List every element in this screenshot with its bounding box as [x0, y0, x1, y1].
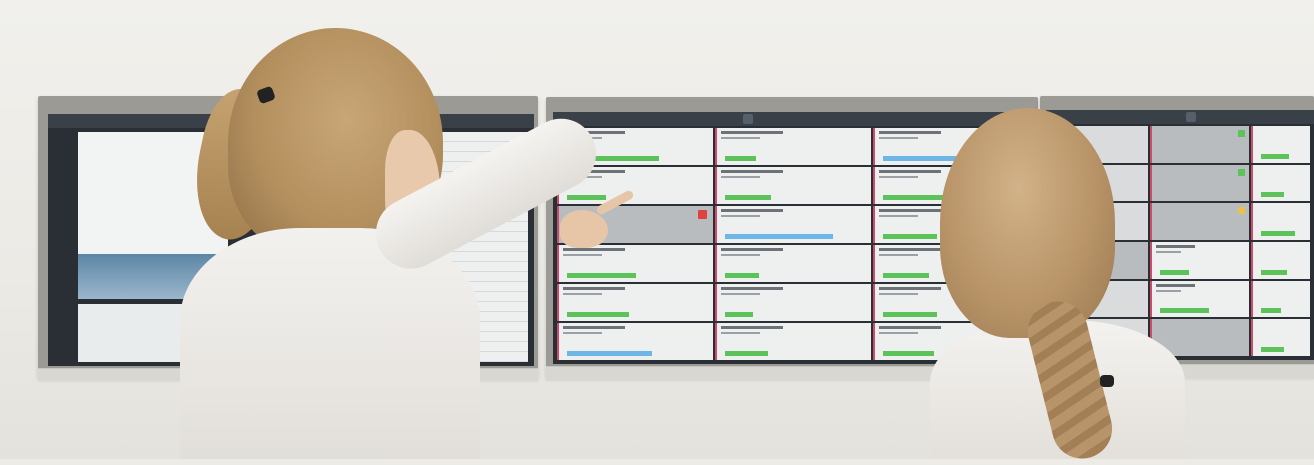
edit-icon[interactable] — [1186, 112, 1196, 122]
patient-card[interactable] — [715, 128, 871, 165]
patient-card[interactable] — [557, 284, 713, 321]
patient-card[interactable] — [1250, 203, 1310, 240]
edit-icon[interactable] — [743, 114, 753, 124]
patient-card[interactable] — [557, 245, 713, 282]
person-left-coat — [180, 228, 480, 459]
patient-card-empty[interactable] — [1150, 126, 1249, 163]
patient-card[interactable] — [1250, 242, 1310, 279]
patient-card[interactable] — [715, 323, 871, 360]
person-right-hair — [940, 108, 1115, 338]
screen-right-topbar — [1046, 110, 1314, 124]
warning-icon — [1237, 207, 1245, 215]
patient-card[interactable] — [1250, 319, 1310, 356]
patient-card-empty[interactable] — [1150, 164, 1249, 202]
status-icon — [1237, 168, 1245, 176]
screen-center-topbar — [553, 112, 1033, 126]
alert-icon — [698, 210, 707, 219]
patient-card[interactable] — [715, 167, 871, 204]
patient-card[interactable] — [715, 284, 871, 321]
patient-card[interactable] — [715, 245, 871, 282]
patient-card[interactable] — [1150, 280, 1249, 318]
patient-card[interactable] — [1250, 126, 1310, 163]
patient-card[interactable] — [715, 206, 871, 243]
patient-card[interactable] — [1250, 164, 1310, 202]
status-icon — [1237, 130, 1245, 137]
patient-card[interactable] — [1250, 280, 1310, 318]
patient-card[interactable] — [1150, 242, 1249, 279]
patient-card[interactable] — [557, 323, 713, 360]
patient-card-empty[interactable] — [1150, 203, 1249, 240]
hair-tie-icon — [1100, 375, 1114, 387]
person-left-hand — [560, 210, 608, 248]
